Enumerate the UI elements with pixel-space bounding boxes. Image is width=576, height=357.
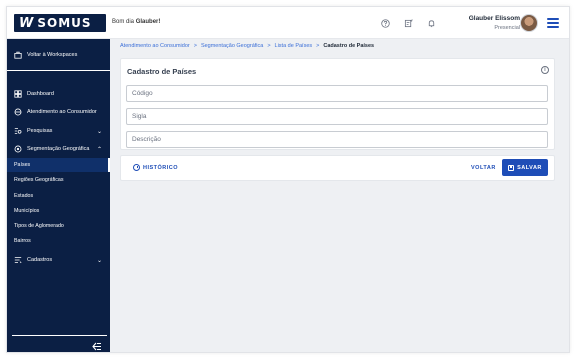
logo-mark: W	[19, 15, 33, 31]
action-bar: HISTÓRICO VOLTAR SALVAR	[120, 155, 555, 181]
breadcrumb-link[interactable]: Segmentação Geográfica	[201, 43, 263, 49]
chevron-down-icon: ⌄	[96, 257, 102, 264]
notes-icon[interactable]	[402, 17, 414, 29]
sidebar-subitem-estados[interactable]: Estados	[7, 189, 110, 203]
form-card: Cadastro de Países i	[120, 58, 555, 150]
back-to-workspaces[interactable]: Voltar à Workspaces	[7, 39, 110, 71]
menu-bar	[547, 22, 559, 24]
support-icon	[14, 108, 22, 116]
sidebar-item-label: Atendimento ao Consumidor	[27, 109, 97, 115]
save-icon	[508, 164, 515, 171]
codigo-field[interactable]	[126, 85, 548, 102]
sidebar-subitem-aglomerado[interactable]: Tipos de Aglomerado	[7, 219, 110, 233]
sidebar-item-label: Cadastros	[27, 257, 53, 263]
bell-icon[interactable]	[425, 17, 437, 29]
sidebar-item-segmentacao[interactable]: Segmentação Geográfica ⌃	[7, 142, 110, 156]
history-icon	[133, 164, 140, 171]
menu-bar	[547, 26, 559, 28]
greeting-prefix: Bom dia	[112, 19, 135, 25]
sidebar-divider	[12, 335, 107, 336]
greeting: Bom dia Glauber!	[112, 19, 160, 25]
user-name: Glauber Elissom	[468, 15, 520, 22]
sidebar-subitem-bairros[interactable]: Bairros	[7, 234, 110, 248]
sidebar-item-pesquisas[interactable]: Pesquisas ⌄	[7, 124, 110, 138]
menu-bar	[547, 18, 559, 20]
workspace-icon	[14, 51, 22, 59]
sigla-field[interactable]	[126, 108, 548, 125]
sidebar-item-cadastros[interactable]: Cadastros ⌄	[7, 253, 110, 267]
top-header: W SOMUS Bom dia Glauber! Glauber Elissom…	[7, 7, 569, 39]
sidebar-item-label: Segmentação Geográfica	[27, 146, 90, 152]
somus-logo[interactable]: W SOMUS	[14, 14, 106, 32]
list-icon	[14, 256, 22, 264]
save-button[interactable]: SALVAR	[502, 159, 548, 176]
breadcrumb: Atendimento ao Consumidor > Segmentação Ge…	[120, 43, 374, 49]
menu-icon[interactable]	[547, 17, 559, 29]
dashboard-icon	[14, 90, 22, 98]
avatar[interactable]	[520, 14, 538, 32]
sidebar-subitem-municipios[interactable]: Municípios	[7, 204, 110, 218]
workspace-label: Voltar à Workspaces	[27, 51, 78, 58]
collapse-icon[interactable]	[92, 342, 102, 352]
breadcrumb-separator: >	[316, 43, 320, 49]
sidebar: Voltar à Workspaces Dashboard Atendiment…	[7, 39, 110, 352]
sidebar-item-label: Pesquisas	[27, 128, 53, 134]
info-icon[interactable]: i	[541, 66, 549, 74]
help-icon[interactable]	[379, 17, 391, 29]
logo-text: SOMUS	[37, 16, 92, 30]
back-button[interactable]: VOLTAR	[471, 165, 496, 171]
chevron-up-icon: ⌃	[96, 146, 102, 153]
globe-icon	[14, 145, 22, 153]
history-label: HISTÓRICO	[143, 164, 179, 171]
breadcrumb-separator: >	[193, 43, 197, 49]
history-button[interactable]: HISTÓRICO	[133, 164, 178, 171]
page-title: Cadastro de Países	[127, 67, 197, 76]
descricao-field[interactable]	[126, 131, 548, 148]
save-label: SALVAR	[517, 164, 542, 171]
breadcrumb-separator: >	[267, 43, 271, 49]
breadcrumb-link[interactable]: Lista de Países	[275, 43, 313, 49]
sidebar-subitem-regioes[interactable]: Regiões Geográficas	[7, 173, 110, 187]
sidebar-item-dashboard[interactable]: Dashboard	[7, 87, 110, 101]
breadcrumb-link[interactable]: Atendimento ao Consumidor	[120, 43, 190, 49]
app-window: W SOMUS Bom dia Glauber! Glauber Elissom…	[6, 6, 570, 353]
sidebar-item-atendimento[interactable]: Atendimento ao Consumidor	[7, 105, 110, 119]
chevron-down-icon: ⌄	[96, 128, 102, 135]
search-list-icon	[14, 127, 22, 135]
greeting-name: Glauber!	[135, 19, 161, 25]
breadcrumb-current: Cadastro de Países	[323, 43, 375, 49]
sidebar-item-label: Dashboard	[27, 91, 54, 97]
user-role: Presencial	[494, 25, 520, 31]
sidebar-subitem-paises[interactable]: Países	[7, 158, 110, 172]
